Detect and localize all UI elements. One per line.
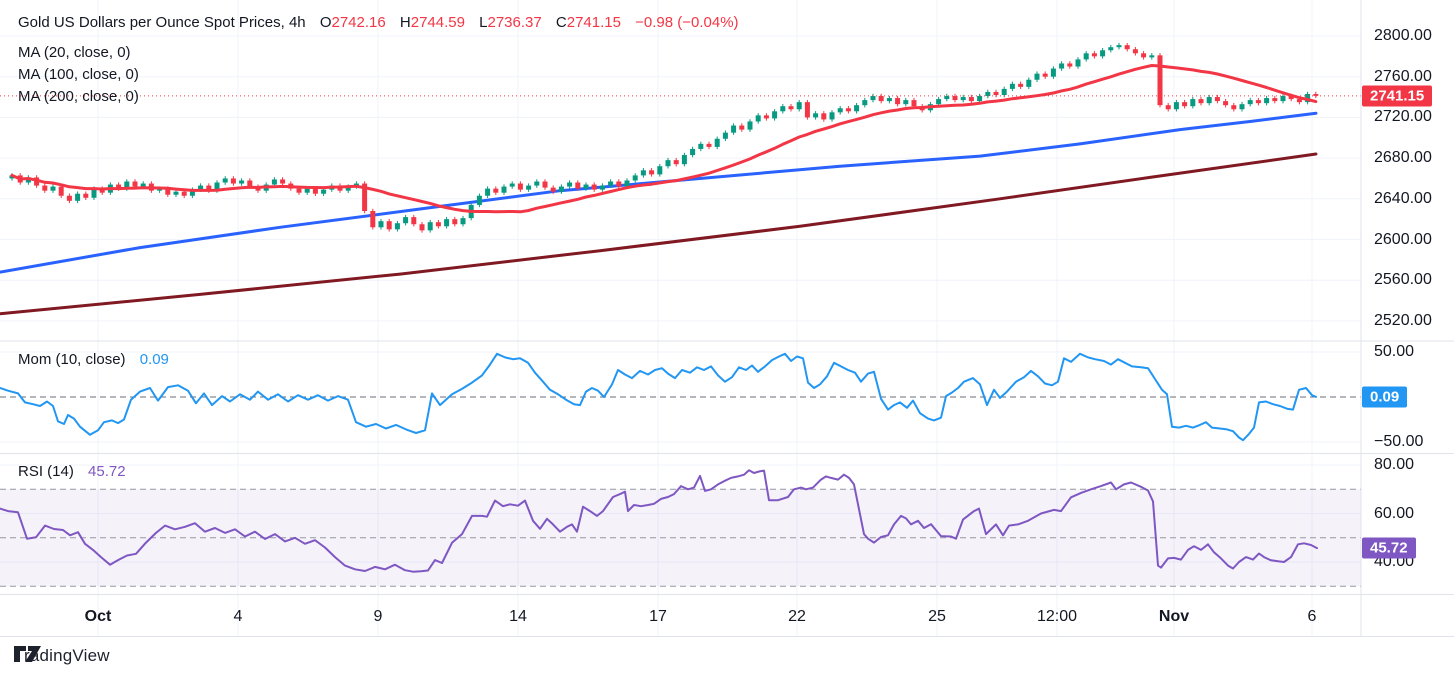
momentum-label: Mom (10, close) bbox=[18, 351, 126, 368]
rsi-label: RSI (14) bbox=[18, 463, 74, 480]
ma100-label: MA (100, close, 0) bbox=[18, 66, 139, 83]
time-tick-label: Nov bbox=[1159, 608, 1189, 626]
ohlc-open-value: 2742.16 bbox=[331, 14, 385, 31]
tradingview-mark-icon bbox=[14, 646, 42, 662]
rsi-value: 45.72 bbox=[88, 463, 126, 480]
momentum-tick-label: −50.00 bbox=[1374, 433, 1423, 451]
price-tick-label: 2760.00 bbox=[1374, 68, 1432, 86]
price-tick-label: 2600.00 bbox=[1374, 231, 1432, 249]
price-tick-label: 2680.00 bbox=[1374, 149, 1432, 167]
ohlc-close-value: 2741.15 bbox=[567, 14, 621, 31]
price-tick-label: 2800.00 bbox=[1374, 27, 1432, 45]
rsi-tick-label: 80.00 bbox=[1374, 456, 1414, 474]
tradingview-logo[interactable]: TradingView bbox=[14, 646, 110, 666]
momentum-legend-row[interactable]: Mom (10, close) 0.09 bbox=[18, 351, 169, 368]
rsi-legend-row[interactable]: RSI (14) 45.72 bbox=[18, 463, 126, 480]
rsi-value-badge: 45.72 bbox=[1362, 538, 1416, 559]
time-tick-label: 22 bbox=[788, 608, 806, 626]
chart-plot-area[interactable] bbox=[0, 0, 1454, 679]
ohlc-low-value: 2736.37 bbox=[487, 14, 541, 31]
time-tick-label: 4 bbox=[234, 608, 243, 626]
last-price-badge: 2741.15 bbox=[1362, 85, 1432, 106]
tradingview-chart-widget: { "legend": { "symbol_title": "Gold US D… bbox=[0, 0, 1454, 679]
ma20-legend-row[interactable]: MA (20, close, 0) bbox=[18, 44, 131, 61]
momentum-tick-label: 50.00 bbox=[1374, 343, 1414, 361]
time-tick-label: 6 bbox=[1308, 608, 1317, 626]
time-tick-label: 17 bbox=[649, 608, 667, 626]
ma200-legend-row[interactable]: MA (200, close, 0) bbox=[18, 88, 139, 105]
ohlc-close-label: C bbox=[556, 14, 567, 31]
ma100-legend-row[interactable]: MA (100, close, 0) bbox=[18, 66, 139, 83]
momentum-value-badge: 0.09 bbox=[1362, 386, 1407, 407]
time-tick-label: 25 bbox=[928, 608, 946, 626]
price-tick-label: 2640.00 bbox=[1374, 190, 1432, 208]
rsi-tick-label: 60.00 bbox=[1374, 505, 1414, 523]
time-tick-label: Oct bbox=[85, 608, 112, 626]
symbol-legend-row[interactable]: Gold US Dollars per Ounce Spot Prices, 4… bbox=[18, 14, 739, 31]
ohlc-high-label: H bbox=[400, 14, 411, 31]
ma20-label: MA (20, close, 0) bbox=[18, 44, 131, 61]
time-tick-label: 12:00 bbox=[1037, 608, 1077, 626]
ohlc-open-label: O bbox=[320, 14, 332, 31]
time-tick-label: 14 bbox=[509, 608, 527, 626]
ohlc-high-value: 2744.59 bbox=[411, 14, 465, 31]
change-value: −0.98 (−0.04%) bbox=[635, 14, 738, 31]
time-tick-label: 9 bbox=[374, 608, 383, 626]
symbol-title: Gold US Dollars per Ounce Spot Prices, 4… bbox=[18, 14, 306, 31]
price-tick-label: 2560.00 bbox=[1374, 271, 1432, 289]
price-tick-label: 2520.00 bbox=[1374, 312, 1432, 330]
ma200-label: MA (200, close, 0) bbox=[18, 88, 139, 105]
price-tick-label: 2720.00 bbox=[1374, 108, 1432, 126]
momentum-value: 0.09 bbox=[140, 351, 169, 368]
